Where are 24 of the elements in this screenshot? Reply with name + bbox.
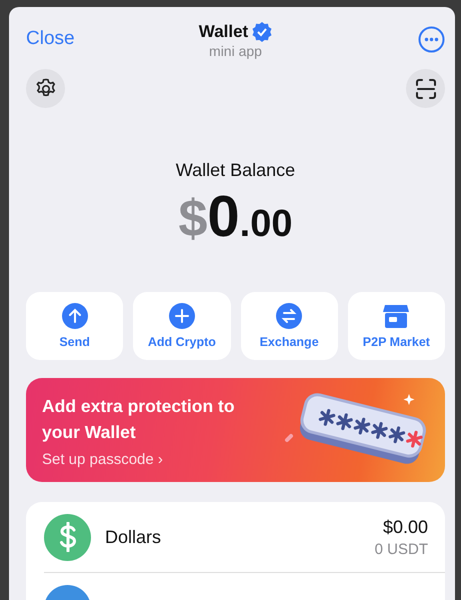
currency-sign: $	[178, 189, 208, 249]
swap-arrows-icon	[276, 303, 302, 329]
asset-amount: $0.00	[382, 516, 428, 538]
app-title: Wallet	[198, 22, 248, 42]
setup-passcode-link[interactable]: Set up passcode ›	[42, 450, 238, 468]
action-button[interactable]: Send	[26, 292, 124, 360]
balance-fraction: .00	[240, 203, 292, 246]
action-button[interactable]: P2P Market	[348, 292, 445, 360]
store-icon	[382, 303, 410, 329]
balance-label: Wallet Balance	[176, 160, 296, 181]
banner-title: Add extra protection to your Wallet	[42, 394, 236, 444]
action-button[interactable]: Add Crypto	[133, 292, 230, 360]
settings-button[interactable]	[26, 69, 65, 108]
balance-integer: 0	[207, 183, 240, 250]
asset-sub-amount: 0 USDT	[374, 540, 428, 558]
close-button[interactable]: Close	[26, 22, 75, 50]
plus-icon	[168, 303, 195, 329]
asset-row[interactable]: Dollars $0.00 0 USDT	[44, 502, 445, 573]
action-button[interactable]: Exchange	[240, 292, 338, 360]
scan-icon	[414, 76, 438, 100]
scan-button[interactable]	[406, 69, 445, 108]
asset-name: Dollars	[105, 526, 162, 548]
app-subtitle: mini app	[209, 43, 262, 59]
passcode-banner[interactable]: Add extra protection to your Wallet Set up passcode ›	[26, 378, 445, 482]
